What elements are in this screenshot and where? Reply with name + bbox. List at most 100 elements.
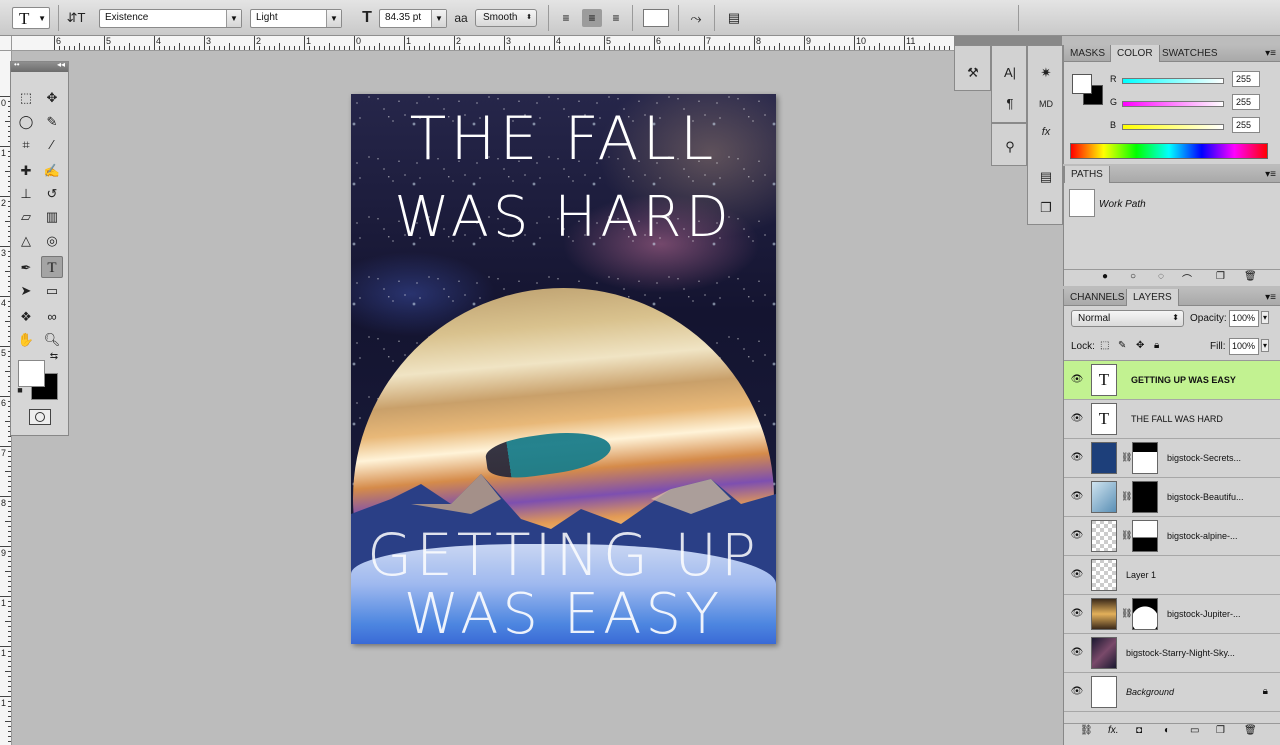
character-panel-icon[interactable]: ▤: [724, 8, 744, 28]
3d-rotate-tool-icon[interactable]: ❖: [15, 306, 37, 328]
blur-tool-icon[interactable]: △: [15, 230, 37, 252]
link-icon[interactable]: ⛓︎: [1121, 491, 1132, 502]
pen-tool-icon[interactable]: ✒: [15, 257, 37, 279]
lock-transparency-icon[interactable]: ⬚: [1100, 340, 1109, 351]
tab-layers[interactable]: LAYERS: [1126, 289, 1179, 306]
dodge-tool-icon[interactable]: ◎: [41, 230, 63, 252]
blue-slider[interactable]: [1122, 124, 1224, 130]
layer-row[interactable]: 👁︎ ⛓︎ bigstock-Jupiter-...: [1064, 595, 1280, 634]
panel-menu-icon[interactable]: ▾≡: [1265, 289, 1276, 306]
path-item[interactable]: Work Path: [1064, 186, 1280, 222]
tab-color[interactable]: COLOR: [1110, 45, 1160, 62]
visibility-eye-icon[interactable]: 👁︎: [1069, 569, 1085, 581]
foreground-color-swatch[interactable]: [18, 360, 45, 387]
move-tool-icon[interactable]: ✥: [41, 87, 63, 109]
swap-colors-icon[interactable]: ⇆: [47, 350, 61, 364]
lock-position-icon[interactable]: ✥: [1136, 340, 1144, 351]
visibility-eye-icon[interactable]: 👁︎: [1069, 686, 1085, 698]
styles-icon[interactable]: fx: [1034, 121, 1058, 143]
zoom-tool-icon[interactable]: 🔍︎: [41, 329, 63, 351]
healing-brush-tool-icon[interactable]: ✚: [15, 160, 37, 182]
paragraph-icon[interactable]: ¶: [998, 93, 1022, 115]
fill-path-icon[interactable]: ●: [1102, 271, 1108, 282]
green-slider[interactable]: [1122, 101, 1224, 107]
new-group-icon[interactable]: ▭: [1190, 725, 1199, 736]
tab-channels[interactable]: CHANNELS: [1064, 289, 1130, 306]
link-icon[interactable]: ⛓︎: [1121, 452, 1132, 463]
green-value-field[interactable]: 255: [1232, 94, 1260, 110]
fill-field[interactable]: 100%: [1229, 338, 1259, 355]
quick-selection-tool-icon[interactable]: ✎: [41, 111, 63, 133]
layer-row[interactable]: 👁︎ ⛓︎ bigstock-Beautifu...: [1064, 478, 1280, 517]
layer-mask-thumbnail[interactable]: [1132, 598, 1158, 630]
clone-stamp-tool-icon[interactable]: ⊥: [15, 183, 37, 205]
path-selection-tool-icon[interactable]: ➤: [15, 280, 37, 302]
tab-masks[interactable]: MASKS: [1064, 45, 1111, 62]
visibility-eye-icon[interactable]: 👁︎: [1069, 374, 1085, 386]
layer-mask-thumbnail[interactable]: [1132, 442, 1158, 474]
font-style-dropdown[interactable]: Light ▼: [250, 9, 342, 28]
tab-swatches[interactable]: SWATCHES: [1156, 45, 1224, 62]
new-layer-icon[interactable]: ❐: [1216, 725, 1225, 736]
layer-row[interactable]: 👁︎ Layer 1: [1064, 556, 1280, 595]
link-icon[interactable]: ⛓︎: [1121, 608, 1132, 619]
layer-row[interactable]: 👁︎ T THE FALL WAS HARD: [1064, 400, 1280, 439]
eraser-tool-icon[interactable]: ▱: [15, 206, 37, 228]
marquee-tool-icon[interactable]: ⬚: [15, 87, 37, 109]
stroke-path-icon[interactable]: ○: [1130, 271, 1136, 282]
visibility-eye-icon[interactable]: 👁︎: [1069, 647, 1085, 659]
visibility-eye-icon[interactable]: 👁︎: [1069, 413, 1085, 425]
delete-path-icon[interactable]: 🗑︎: [1244, 271, 1257, 282]
align-right-button[interactable]: ≡: [606, 9, 626, 27]
eyedropper-tool-icon[interactable]: ⁄: [41, 134, 63, 156]
opacity-field[interactable]: 100%: [1229, 310, 1259, 327]
brush-tool-icon[interactable]: ✍: [41, 160, 63, 182]
blue-value-field[interactable]: 255: [1232, 117, 1260, 133]
adjustment-layer-icon[interactable]: ◐: [1164, 725, 1170, 736]
clone-source-icon[interactable]: ⚲: [998, 136, 1022, 158]
histogram-icon[interactable]: MD: [1034, 93, 1058, 115]
rectangle-tool-icon[interactable]: ▭: [41, 280, 63, 302]
layer-comps-icon[interactable]: ❐: [1034, 197, 1058, 219]
type-tool-icon[interactable]: T: [41, 256, 63, 278]
opacity-stepper-icon[interactable]: ▾: [1261, 311, 1270, 324]
layer-mask-thumbnail[interactable]: [1132, 520, 1158, 552]
ruler-origin[interactable]: [0, 36, 12, 51]
notes-icon[interactable]: ▤: [1034, 166, 1058, 188]
crop-tool-icon[interactable]: ⌗: [15, 134, 37, 156]
layer-row[interactable]: 👁︎ ⛓︎ bigstock-alpine-...: [1064, 517, 1280, 556]
layer-mask-thumbnail[interactable]: [1132, 481, 1158, 513]
document-canvas[interactable]: THE FALL WAS HARD GETTING UP WAS EASY: [351, 94, 776, 644]
layer-row[interactable]: 👁︎ Background 🔒︎: [1064, 673, 1280, 712]
text-color-swatch[interactable]: [643, 9, 669, 27]
load-selection-icon[interactable]: ◌: [1158, 271, 1164, 282]
visibility-eye-icon[interactable]: 👁︎: [1069, 530, 1085, 542]
add-mask-icon[interactable]: ◘: [1136, 725, 1142, 736]
panel-menu-icon[interactable]: ▾≡: [1265, 45, 1276, 62]
delete-layer-icon[interactable]: 🗑︎: [1244, 725, 1257, 736]
fill-stepper-icon[interactable]: ▾: [1261, 339, 1270, 352]
link-icon[interactable]: ⛓︎: [1121, 530, 1132, 541]
visibility-eye-icon[interactable]: 👁︎: [1069, 491, 1085, 503]
layer-row[interactable]: 👁︎ T GETTING UP WAS EASY: [1064, 361, 1280, 400]
make-work-path-icon[interactable]: ⌒: [1182, 271, 1192, 286]
lock-all-icon[interactable]: 🔒︎: [1154, 340, 1159, 351]
tools-panel-header[interactable]: •• ◂◂: [11, 60, 68, 72]
tab-paths[interactable]: PATHS: [1064, 166, 1110, 183]
tool-presets-icon[interactable]: ⚒: [961, 62, 985, 84]
color-panel-foreground-swatch[interactable]: [1072, 74, 1092, 94]
font-size-field[interactable]: 84.35 pt ▼: [379, 9, 447, 28]
horizontal-ruler[interactable]: 6 5 4 3 2 1 0 1 2 3 4 5 6 7 8 9 10 11: [12, 36, 954, 51]
blend-mode-dropdown[interactable]: Normal ⬍: [1071, 310, 1184, 327]
hand-tool-icon[interactable]: ✋: [15, 329, 37, 351]
color-spectrum-bar[interactable]: [1070, 143, 1268, 159]
new-path-icon[interactable]: ❐: [1216, 271, 1225, 282]
lasso-tool-icon[interactable]: ◯: [15, 111, 37, 133]
3d-orbit-tool-icon[interactable]: ∞: [41, 306, 63, 328]
tool-preset-picker[interactable]: T ▼: [12, 7, 50, 29]
red-value-field[interactable]: 255: [1232, 71, 1260, 87]
gradient-tool-icon[interactable]: ▥: [41, 206, 63, 228]
layer-row[interactable]: 👁︎ ⛓︎ bigstock-Secrets...: [1064, 439, 1280, 478]
character-icon[interactable]: A|: [998, 62, 1022, 84]
align-center-button[interactable]: ≡: [582, 9, 602, 27]
